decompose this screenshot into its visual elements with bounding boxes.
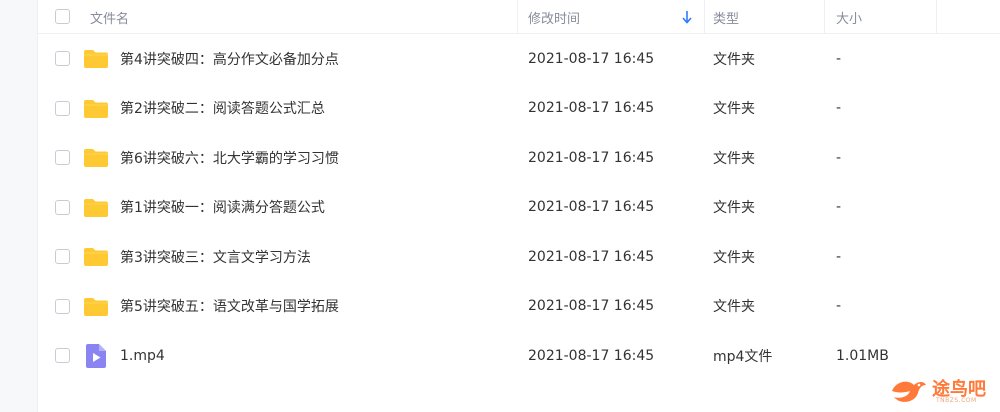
- file-name[interactable]: 第3讲突破三：文言文学习方法: [120, 232, 311, 282]
- column-header-size[interactable]: 大小: [836, 0, 862, 34]
- file-size: -: [836, 149, 842, 166]
- file-name[interactable]: 第4讲突破四：高分作文必备加分点: [120, 34, 339, 84]
- file-name[interactable]: 第5讲突破五：语文改革与国学拓展: [120, 282, 339, 332]
- file-size: 1.01MB: [836, 347, 889, 364]
- watermark-domain: TNBZS.COM: [936, 397, 977, 404]
- row-checkbox[interactable]: [55, 150, 70, 165]
- site-watermark: 途鸟吧 TNBZS.COM: [888, 370, 998, 410]
- file-type: 文件夹: [713, 249, 755, 266]
- folder-icon: [83, 148, 109, 168]
- file-type: 文件夹: [713, 299, 755, 316]
- row-checkbox[interactable]: [55, 249, 70, 264]
- file-type: mp4文件: [713, 348, 773, 365]
- row-checkbox[interactable]: [55, 51, 70, 66]
- file-name[interactable]: 1.mp4: [120, 331, 165, 381]
- left-sidebar-strip: [0, 0, 38, 412]
- modified-time: 2021-08-17 16:45: [528, 50, 655, 67]
- column-divider[interactable]: [517, 0, 518, 34]
- modified-time: 2021-08-17 16:45: [528, 298, 655, 315]
- file-size: -: [836, 298, 842, 315]
- file-list-table: 文件名 修改时间 类型 大小 第4讲突破四：高分作文必备加分点 2021-08-…: [38, 0, 1000, 412]
- file-size: -: [836, 248, 842, 265]
- file-type: 文件夹: [713, 51, 755, 68]
- column-divider[interactable]: [936, 0, 937, 34]
- table-row[interactable]: 第4讲突破四：高分作文必备加分点 2021-08-17 16:45 文件夹 -: [38, 34, 1000, 84]
- column-divider[interactable]: [824, 0, 825, 34]
- table-row[interactable]: 第6讲突破六：北大学霸的学习习惯 2021-08-17 16:45 文件夹 -: [38, 133, 1000, 183]
- row-checkbox[interactable]: [55, 298, 70, 314]
- file-size: -: [836, 50, 842, 67]
- bird-logo-icon: [892, 381, 926, 402]
- modified-time: 2021-08-17 16:45: [528, 149, 655, 166]
- column-header-name[interactable]: 文件名: [90, 0, 129, 34]
- modified-time: 2021-08-17 16:45: [528, 199, 655, 216]
- row-checkbox[interactable]: [55, 348, 70, 363]
- file-name[interactable]: 第2讲突破二：阅读答题公式汇总: [120, 84, 325, 134]
- column-header-type[interactable]: 类型: [713, 0, 739, 34]
- file-name[interactable]: 第6讲突破六：北大学霸的学习习惯: [120, 133, 339, 183]
- folder-icon: [83, 247, 109, 267]
- table-row[interactable]: 第1讲突破一：阅读满分答题公式 2021-08-17 16:45 文件夹 -: [38, 183, 1000, 233]
- file-type: 文件夹: [713, 101, 755, 118]
- file-type: 文件夹: [713, 150, 755, 167]
- column-header-modified[interactable]: 修改时间: [528, 0, 580, 34]
- file-type: 文件夹: [713, 200, 755, 217]
- row-checkbox[interactable]: [55, 100, 70, 116]
- folder-icon: [83, 99, 109, 119]
- table-header: 文件名 修改时间 类型 大小: [38, 0, 1000, 34]
- modified-time: 2021-08-17 16:45: [528, 100, 655, 117]
- folder-icon: [83, 198, 109, 218]
- sort-descending-icon[interactable]: [681, 10, 693, 24]
- table-row[interactable]: 第5讲突破五：语文改革与国学拓展 2021-08-17 16:45 文件夹 -: [38, 282, 1000, 332]
- file-size: -: [836, 199, 842, 216]
- file-name[interactable]: 第1讲突破一：阅读满分答题公式: [120, 183, 325, 233]
- modified-time: 2021-08-17 16:45: [528, 248, 655, 265]
- table-row[interactable]: 第3讲突破三：文言文学习方法 2021-08-17 16:45 文件夹 -: [38, 232, 1000, 282]
- folder-icon: [83, 297, 109, 317]
- column-divider[interactable]: [704, 0, 705, 34]
- video-file-icon: [86, 344, 106, 368]
- file-size: -: [836, 100, 842, 117]
- select-all-checkbox[interactable]: [55, 9, 70, 24]
- folder-icon: [83, 49, 109, 69]
- modified-time: 2021-08-17 16:45: [528, 347, 655, 364]
- row-checkbox[interactable]: [55, 199, 70, 215]
- table-row[interactable]: 第2讲突破二：阅读答题公式汇总 2021-08-17 16:45 文件夹 -: [38, 84, 1000, 134]
- table-row[interactable]: 1.mp4 2021-08-17 16:45 mp4文件 1.01MB: [38, 331, 1000, 381]
